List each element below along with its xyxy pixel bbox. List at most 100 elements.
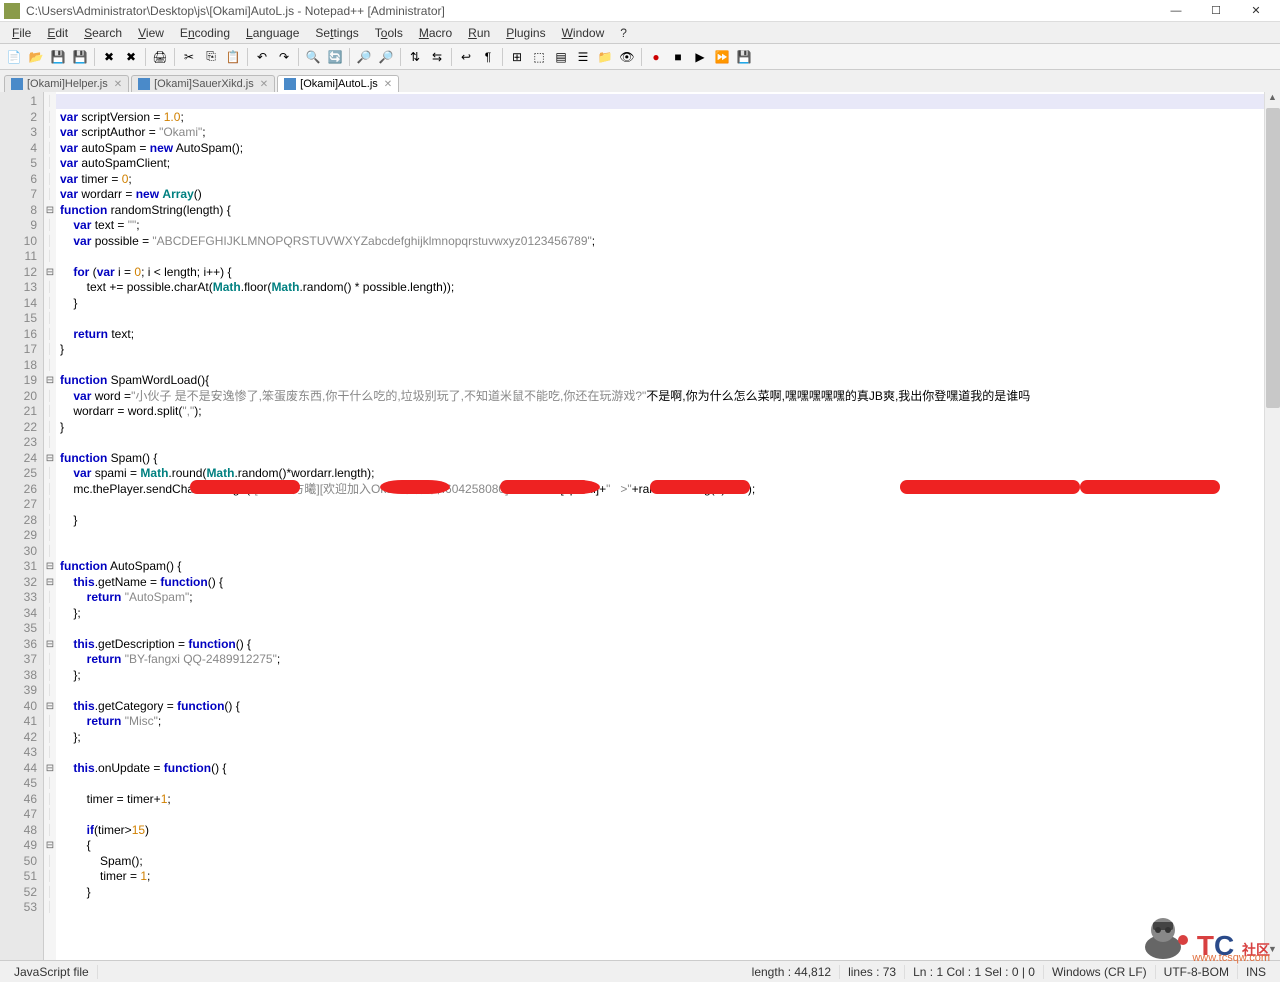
tab-okami-autol[interactable]: [Okami]AutoL.js ✕ [277, 75, 399, 92]
play-macro-icon[interactable]: ▶ [690, 47, 710, 67]
redo-icon[interactable]: ↷ [274, 47, 294, 67]
indent-guide-icon[interactable]: ⊞ [507, 47, 527, 67]
tab-label: [Okami]AutoL.js [300, 78, 378, 90]
paste-icon[interactable]: 📋 [223, 47, 243, 67]
function-list-icon[interactable]: ☰ [573, 47, 593, 67]
minimize-button[interactable]: — [1156, 0, 1196, 22]
separator [349, 48, 350, 66]
menu-language[interactable]: Language [238, 24, 307, 42]
redaction-mark [900, 480, 1080, 494]
copy-icon[interactable]: ⎘ [201, 47, 221, 67]
toolbar: 📄 📂 💾 💾 ✖ ✖ 🖨 ✂ ⎘ 📋 ↶ ↷ 🔍 🔄 🔎 🔎 ⇅ ⇆ ↩ ¶ … [0, 44, 1280, 70]
current-line-highlight [56, 94, 1264, 109]
tab-label: [Okami]SauerXikd.js [154, 78, 254, 90]
tab-okami-sauerxikd[interactable]: [Okami]SauerXikd.js ✕ [131, 75, 275, 92]
status-encoding[interactable]: UTF-8-BOM [1156, 965, 1238, 979]
menubar: File Edit Search View Encoding Language … [0, 22, 1280, 44]
tab-label: [Okami]Helper.js [27, 78, 108, 90]
menu-settings[interactable]: Settings [307, 24, 366, 42]
status-filetype: JavaScript file [6, 965, 98, 979]
redaction-mark [190, 480, 300, 494]
tab-close-icon[interactable]: ✕ [260, 79, 268, 90]
replace-icon[interactable]: 🔄 [325, 47, 345, 67]
new-file-icon[interactable]: 📄 [4, 47, 24, 67]
file-icon [284, 78, 296, 90]
titlebar: C:\Users\Administrator\Desktop\js\[Okami… [0, 0, 1280, 22]
sync-h-icon[interactable]: ⇆ [427, 47, 447, 67]
separator [298, 48, 299, 66]
monitoring-icon[interactable]: 👁 [617, 47, 637, 67]
menu-tools[interactable]: Tools [367, 24, 411, 42]
separator [94, 48, 95, 66]
doc-map-icon[interactable]: ▤ [551, 47, 571, 67]
separator [145, 48, 146, 66]
sync-v-icon[interactable]: ⇅ [405, 47, 425, 67]
tab-okami-helper[interactable]: [Okami]Helper.js ✕ [4, 75, 129, 92]
close-all-icon[interactable]: ✖ [121, 47, 141, 67]
menu-encoding[interactable]: Encoding [172, 24, 238, 42]
menu-macro[interactable]: Macro [411, 24, 460, 42]
show-all-chars-icon[interactable]: ¶ [478, 47, 498, 67]
open-file-icon[interactable]: 📂 [26, 47, 46, 67]
save-macro-icon[interactable]: 💾 [734, 47, 754, 67]
tab-close-icon[interactable]: ✕ [114, 79, 122, 90]
tabbar: [Okami]Helper.js ✕ [Okami]SauerXikd.js ✕… [0, 70, 1280, 92]
separator [400, 48, 401, 66]
window-title: C:\Users\Administrator\Desktop\js\[Okami… [26, 4, 1156, 18]
close-file-icon[interactable]: ✖ [99, 47, 119, 67]
maximize-button[interactable]: ☐ [1196, 0, 1236, 22]
separator [502, 48, 503, 66]
folder-as-workspace-icon[interactable]: 📁 [595, 47, 615, 67]
code-area[interactable]: var scriptName = "AutoSpam";var scriptVe… [56, 92, 1280, 960]
redaction-mark [530, 480, 600, 494]
wordwrap-icon[interactable]: ↩ [456, 47, 476, 67]
separator [451, 48, 452, 66]
status-length: length : 44,812 [744, 965, 840, 979]
separator [641, 48, 642, 66]
tab-close-icon[interactable]: ✕ [384, 79, 392, 90]
window-controls: — ☐ ✕ [1156, 0, 1276, 22]
status-mode[interactable]: INS [1238, 965, 1274, 979]
save-icon[interactable]: 💾 [48, 47, 68, 67]
separator [247, 48, 248, 66]
zoom-in-icon[interactable]: 🔎 [354, 47, 374, 67]
menu-edit[interactable]: Edit [39, 24, 76, 42]
fold-column[interactable]: │││││││⊟│││⊟││││││⊟││││⊟││││││⊟⊟│││⊟│││⊟… [44, 92, 56, 960]
statusbar: JavaScript file length : 44,812 lines : … [0, 960, 1280, 982]
menu-search[interactable]: Search [76, 24, 130, 42]
file-icon [138, 78, 150, 90]
editor[interactable]: 1234567891011121314151617181920212223242… [0, 92, 1280, 960]
scroll-thumb[interactable] [1266, 108, 1280, 408]
record-macro-icon[interactable]: ● [646, 47, 666, 67]
menu-run[interactable]: Run [460, 24, 498, 42]
status-position: Ln : 1 Col : 1 Sel : 0 | 0 [905, 965, 1044, 979]
print-icon[interactable]: 🖨 [150, 47, 170, 67]
play-multi-icon[interactable]: ⏩ [712, 47, 732, 67]
menu-plugins[interactable]: Plugins [498, 24, 553, 42]
menu-file[interactable]: File [4, 24, 39, 42]
user-lang-icon[interactable]: ⬚ [529, 47, 549, 67]
redaction-mark [690, 480, 750, 494]
watermark: TC 社区 www.tcsqw.com [1133, 912, 1270, 962]
zoom-out-icon[interactable]: 🔎 [376, 47, 396, 67]
vertical-scrollbar[interactable]: ▲ ▼ [1264, 92, 1280, 960]
menu-view[interactable]: View [130, 24, 172, 42]
file-icon [11, 78, 23, 90]
watermark-url: www.tcsqw.com [1192, 952, 1270, 964]
stop-macro-icon[interactable]: ■ [668, 47, 688, 67]
cut-icon[interactable]: ✂ [179, 47, 199, 67]
status-lines: lines : 73 [840, 965, 905, 979]
undo-icon[interactable]: ↶ [252, 47, 272, 67]
separator [174, 48, 175, 66]
close-button[interactable]: ✕ [1236, 0, 1276, 22]
find-icon[interactable]: 🔍 [303, 47, 323, 67]
status-eol[interactable]: Windows (CR LF) [1044, 965, 1156, 979]
watermark-mascot-icon [1133, 912, 1193, 962]
menu-window[interactable]: Window [554, 24, 613, 42]
scroll-up-icon[interactable]: ▲ [1265, 92, 1280, 108]
redaction-mark [1080, 480, 1220, 494]
redaction-mark [380, 480, 450, 494]
line-number-gutter: 1234567891011121314151617181920212223242… [0, 92, 44, 960]
menu-help[interactable]: ? [612, 24, 635, 42]
save-all-icon[interactable]: 💾 [70, 47, 90, 67]
